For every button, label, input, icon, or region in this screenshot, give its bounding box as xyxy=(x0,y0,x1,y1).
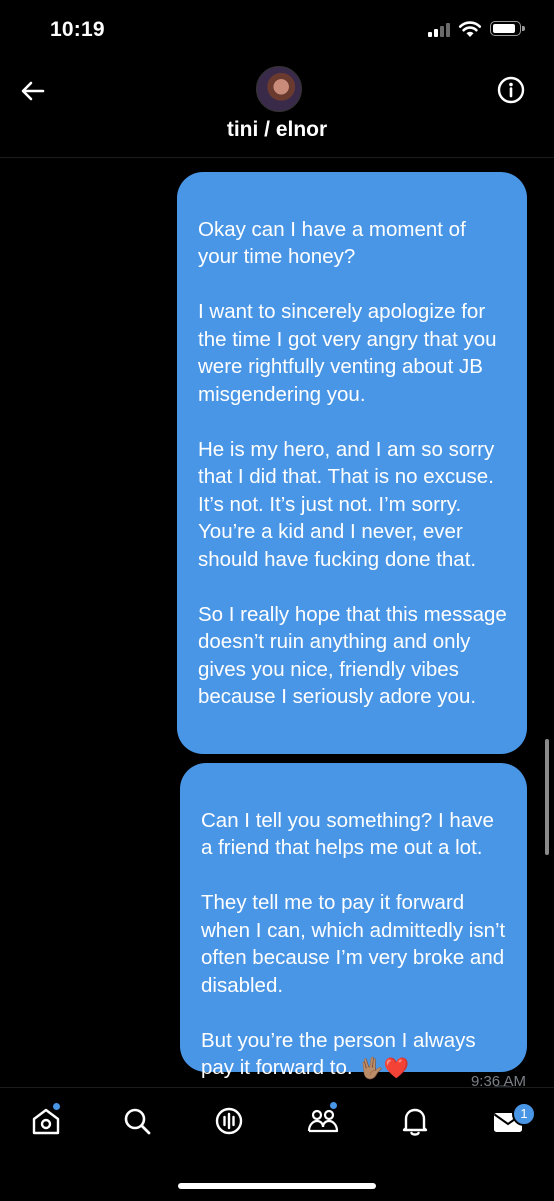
message-bubble[interactable]: Can I tell you something? I have a frien… xyxy=(180,763,527,1080)
home-notification-dot xyxy=(53,1103,60,1110)
notifications-icon[interactable] xyxy=(398,1104,432,1138)
messages-badge: 1 xyxy=(512,1102,536,1126)
battery-icon xyxy=(490,21,525,36)
communities-icon[interactable] xyxy=(306,1102,340,1138)
status-bar: 10:19 xyxy=(0,0,554,60)
scrollbar[interactable] xyxy=(545,739,549,855)
conversation-name[interactable]: tini / elnor xyxy=(0,118,554,142)
conversation-header: tini / elnor xyxy=(0,60,554,158)
vulcan-salute-heart-emoji: 🖖🏽❤️ xyxy=(358,1056,410,1080)
search-icon[interactable] xyxy=(120,1104,154,1138)
back-arrow-icon[interactable] xyxy=(18,76,48,106)
home-indicator[interactable] xyxy=(178,1183,376,1189)
avatar[interactable] xyxy=(256,66,302,112)
message-text: Can I tell you something? I have a frien… xyxy=(201,808,506,1080)
info-icon[interactable] xyxy=(496,75,526,105)
home-icon[interactable] xyxy=(29,1103,63,1138)
wifi-icon xyxy=(458,20,482,43)
message-bubble[interactable]: Okay can I have a moment of your time ho… xyxy=(177,172,527,754)
message-thread[interactable]: Okay can I have a moment of your time ho… xyxy=(0,157,554,1133)
spaces-icon[interactable] xyxy=(212,1104,246,1138)
communities-notification-dot xyxy=(330,1102,337,1109)
message-text: Okay can I have a moment of your time ho… xyxy=(198,217,507,709)
cellular-signal-icon xyxy=(428,23,454,37)
status-time: 10:19 xyxy=(50,18,105,41)
